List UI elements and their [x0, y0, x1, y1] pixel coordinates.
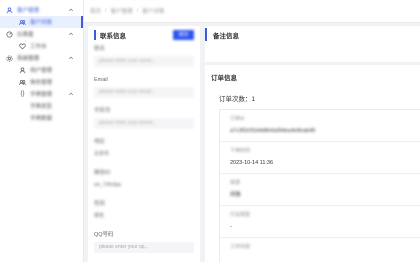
divider	[220, 205, 420, 206]
sidebar-item-label: 字典管理	[30, 92, 53, 98]
chevron-up-icon	[68, 91, 74, 99]
region-value: 北京市	[94, 151, 110, 157]
order-id-label: 订单id	[230, 116, 244, 122]
users-icon	[19, 79, 26, 86]
qq-label: QQ号码	[94, 232, 114, 238]
dashboard-icon	[6, 30, 13, 38]
sidebar: 客户管理 客户列表 仪表盘 工作台 系统管理 用户管理 角色管理 {} 字典管理…	[0, 0, 84, 262]
phone-input[interactable]: please enter your phone...	[94, 118, 194, 129]
sidebar-item-label: 客户列表	[30, 20, 53, 26]
email-field-group: Email please enter your email...	[88, 76, 200, 98]
order-card: 订单id a7c3f2e91b4d8e6a5fdea4e8eab46 下单时间 …	[219, 109, 420, 262]
gender-value: 男性	[94, 213, 105, 219]
region-field-group: 地区 北京市	[88, 138, 200, 160]
breadcrumb-separator: /	[105, 8, 107, 14]
wechat-label: 微信ID	[94, 170, 111, 176]
order-industry-label: 行业类型	[230, 212, 251, 218]
notes-panel: 备注信息	[205, 26, 420, 62]
contact-title: 联系信息	[94, 29, 126, 40]
sidebar-group-system[interactable]: 系统管理	[0, 52, 83, 64]
sidebar-group-label: 仪表盘	[17, 32, 34, 38]
chevron-up-icon	[68, 7, 74, 13]
sidebar-group-dashboard[interactable]: 仪表盘	[0, 28, 83, 40]
order-source-label: 来源	[230, 180, 241, 186]
name-field-group: 姓名 please enter your name...	[88, 45, 200, 67]
email-label: Email	[94, 77, 108, 83]
save-button[interactable]: 保存	[173, 29, 194, 40]
order-industry-value: -	[230, 224, 232, 230]
sidebar-item-dict-type[interactable]: 字典类型	[0, 100, 83, 112]
order-content-label: 工作内容	[230, 244, 251, 250]
region-label: 地区	[94, 139, 106, 145]
order-id-group: 订单id a7c3f2e91b4d8e6a5fdea4e8eab46	[220, 116, 420, 135]
order-id-value: a7c3f2e91b4d8e6a5fdea4e8eab46	[230, 128, 316, 134]
sidebar-item-customer-list[interactable]: 客户列表	[0, 16, 83, 28]
sidebar-item-dictionary[interactable]: {} 字典管理	[0, 88, 83, 100]
qq-field-group: QQ号码 please enter your qq...	[88, 231, 200, 253]
sidebar-item-roles[interactable]: 角色管理	[0, 76, 83, 88]
sidebar-group-label: 客户管理	[17, 8, 40, 14]
person-icon	[6, 6, 13, 14]
divider	[220, 173, 420, 174]
breadcrumb-current: 客户详情	[142, 9, 165, 15]
wechat-field-group: 微信ID wx_7r8x3pq	[88, 169, 200, 191]
phone-field-group: 手机号 please enter your phone...	[88, 107, 200, 129]
gender-label: 性别	[94, 201, 106, 207]
order-time-label: 下单时间	[230, 148, 251, 154]
sidebar-item-label: 用户管理	[30, 68, 53, 74]
order-time-value: 2023-10-14 11:36	[230, 160, 274, 166]
order-industry-group: 行业类型 -	[220, 212, 420, 231]
order-content-group: 工作内容	[220, 244, 420, 251]
sidebar-item-label: 工作台	[30, 44, 47, 50]
order-source-group: 来源 闲鱼	[220, 180, 420, 199]
order-time-group: 下单时间 2023-10-14 11:36	[220, 148, 420, 167]
sidebar-group-customers[interactable]: 客户管理	[0, 4, 83, 16]
sidebar-item-workbench[interactable]: 工作台	[0, 40, 83, 52]
breadcrumb: 首页 / 客户管理 / 客户详情	[84, 0, 420, 23]
sidebar-item-label: 字典类型	[30, 104, 53, 110]
sidebar-item-dict-data[interactable]: 字典数据	[0, 112, 83, 124]
chevron-up-icon	[68, 55, 74, 61]
name-input[interactable]: please enter your name...	[94, 56, 194, 67]
settings-icon	[6, 54, 13, 62]
wechat-value: wx_7r8x3pq	[94, 182, 121, 188]
breadcrumb-customers[interactable]: 客户管理	[111, 7, 133, 15]
order-source-value: 闲鱼	[230, 192, 242, 198]
sidebar-item-label: 字典数据	[30, 116, 53, 122]
gender-field-group: 性别 男性	[88, 200, 200, 222]
contact-panel: 联系信息 保存 姓名 please enter your name... Ema…	[88, 26, 200, 262]
divider	[220, 237, 420, 238]
name-label: 姓名	[94, 46, 106, 52]
braces-icon: {}	[20, 91, 25, 97]
contact-header: 联系信息 保存	[88, 28, 200, 41]
sidebar-group-label: 系统管理	[17, 56, 40, 62]
notes-title: 备注信息	[205, 28, 420, 41]
app-root: 客户管理 客户列表 仪表盘 工作台 系统管理 用户管理 角色管理 {} 字典管理…	[0, 0, 420, 262]
orders-title: 订单信息	[211, 75, 237, 82]
divider	[220, 141, 420, 142]
heart-icon	[19, 43, 26, 50]
orders-panel: 订单信息 订单次数：1 订单id a7c3f2e91b4d8e6a5fdea4e…	[205, 65, 420, 262]
email-input[interactable]: please enter your email...	[94, 87, 194, 98]
group-icon	[19, 19, 26, 26]
breadcrumb-home[interactable]: 首页	[90, 7, 101, 15]
sidebar-item-label: 角色管理	[30, 80, 53, 86]
sidebar-item-users[interactable]: 用户管理	[0, 64, 83, 76]
breadcrumb-separator: /	[136, 8, 139, 14]
order-count: 订单次数：1	[219, 96, 256, 103]
qq-input[interactable]: please enter your qq...	[94, 242, 194, 253]
user-icon	[19, 66, 26, 74]
phone-label: 手机号	[94, 108, 111, 114]
chevron-up-icon	[68, 31, 74, 37]
